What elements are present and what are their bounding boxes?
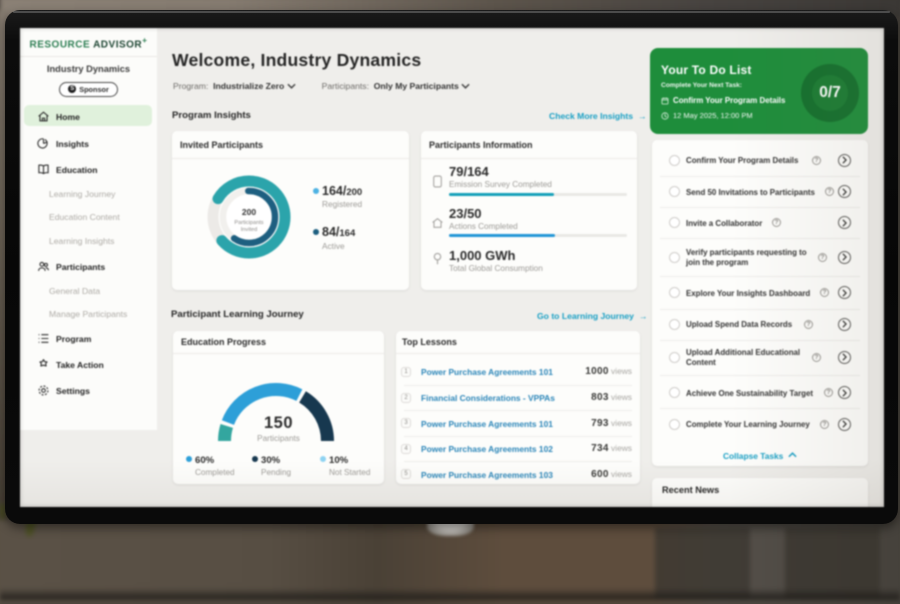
svg-text:Invited: Invited xyxy=(241,227,257,233)
svg-text:Participants: Participants xyxy=(234,220,263,226)
svg-text:200: 200 xyxy=(242,207,256,217)
